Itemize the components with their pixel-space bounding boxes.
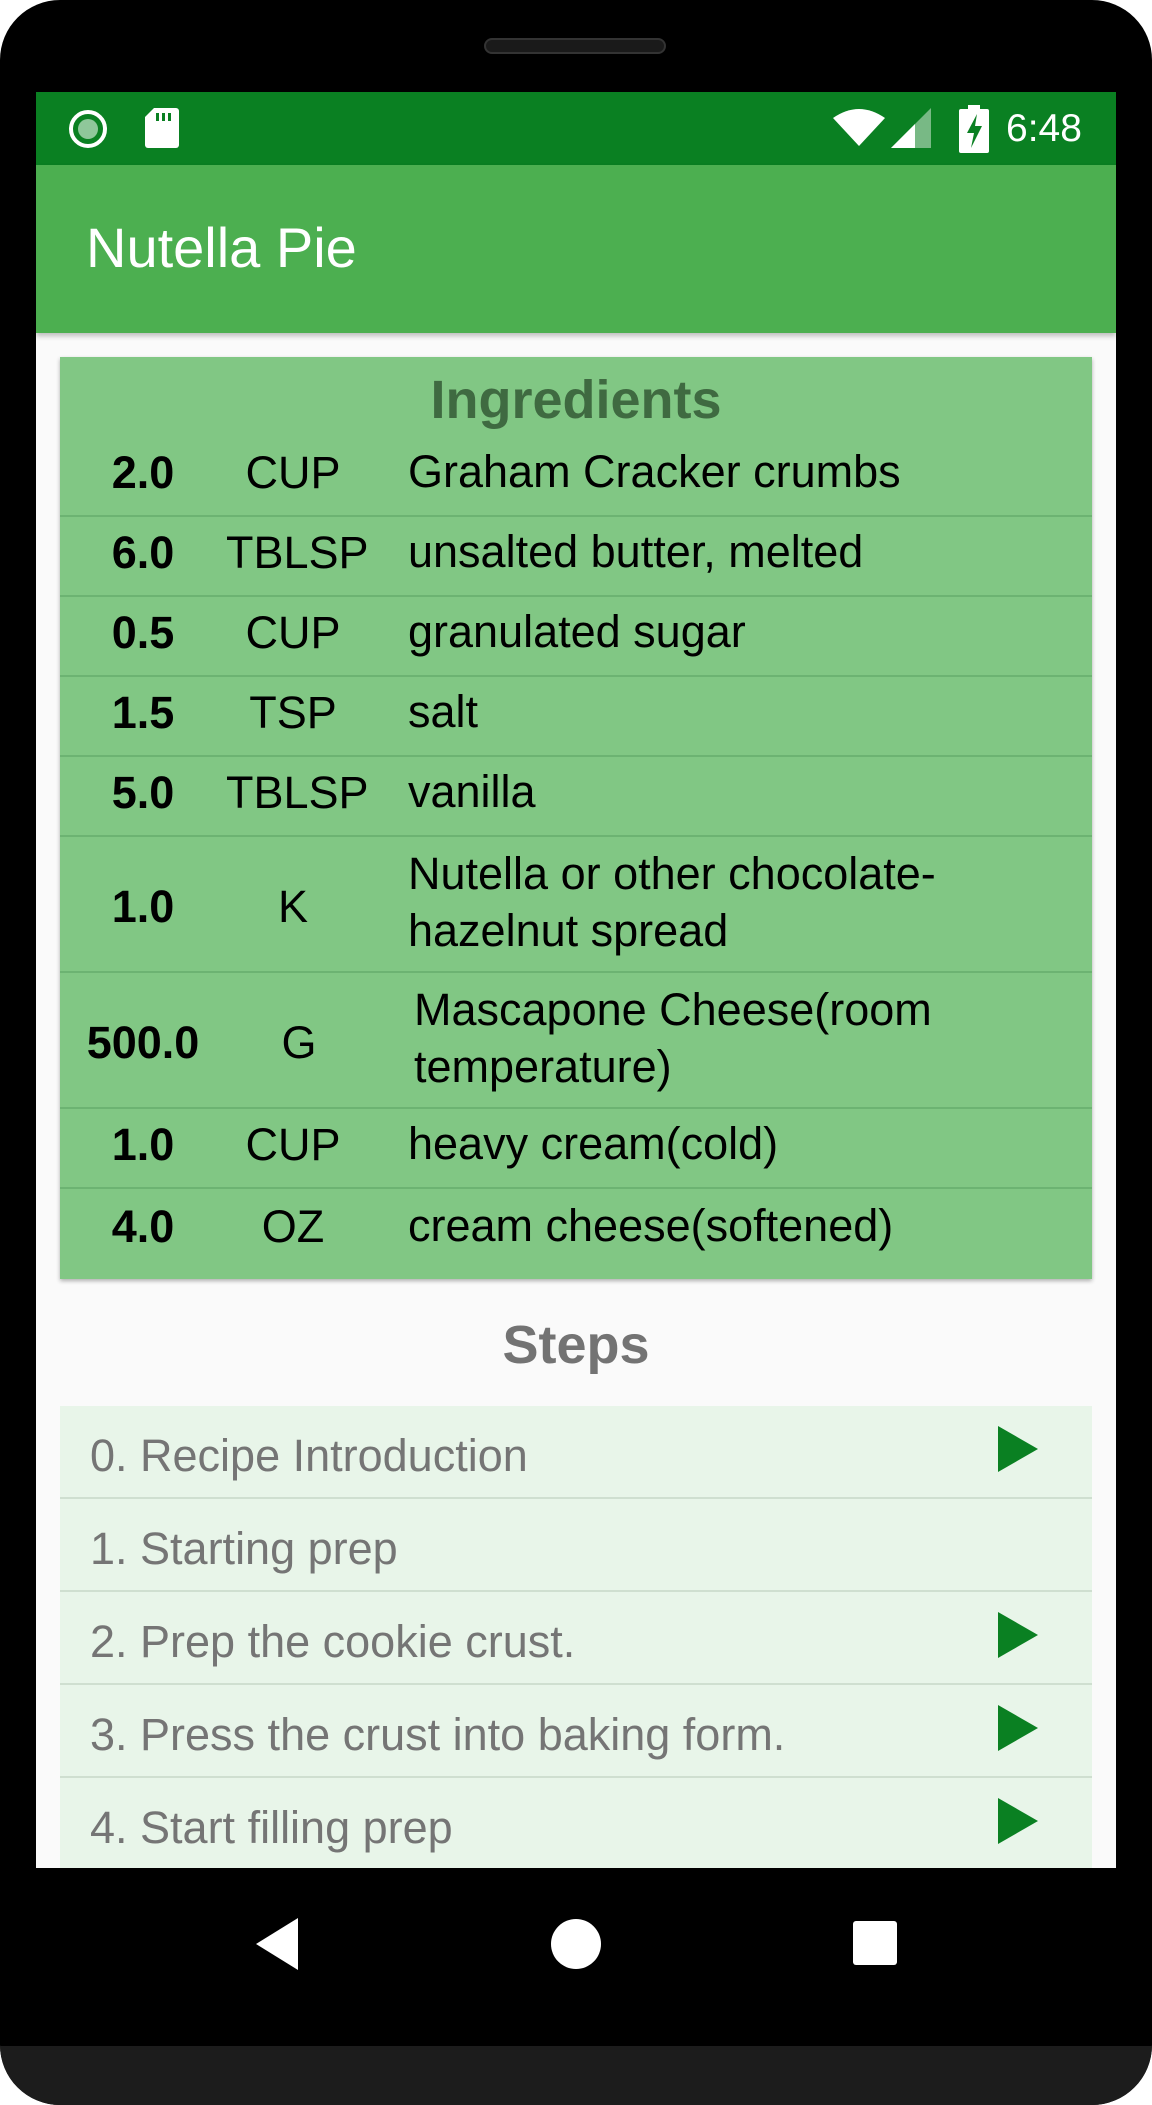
- battery-charging-icon: [959, 105, 989, 153]
- ingredient-row: 500.0 G Mascapone Cheese(room temperatur…: [60, 973, 1092, 1109]
- speaker-grille: [484, 38, 666, 54]
- ingredient-quantity: 500.0: [86, 1017, 200, 1068]
- step-label: 1. Starting prep: [90, 1523, 398, 1574]
- ingredient-quantity: 6.0: [111, 527, 175, 578]
- status-bar: 6:48: [36, 92, 1116, 165]
- step-label: 2. Prep the cookie crust.: [90, 1616, 576, 1667]
- ingredient-row: 5.0 TBLSP vanilla: [60, 757, 1092, 837]
- ingredient-unit: CUP: [245, 447, 341, 498]
- step-item[interactable]: 4. Start filling prep: [60, 1778, 1092, 1868]
- ingredients-card: Ingredients 2.0 CUP Graham Cracker crumb…: [60, 357, 1092, 1279]
- ingredient-name: unsalted butter, melted: [408, 526, 864, 577]
- ingredient-row: 4.0 OZ cream cheese(softened): [60, 1189, 1092, 1279]
- ingredient-row: 6.0 TBLSP unsalted butter, melted: [60, 517, 1092, 597]
- play-icon[interactable]: [996, 1610, 1040, 1660]
- ingredient-unit: TBLSP: [226, 767, 369, 818]
- ingredient-name: salt: [408, 686, 479, 737]
- ingredient-name: vanilla: [408, 766, 536, 817]
- ingredient-row: 1.0 K Nutella or other chocolate-hazelnu…: [60, 837, 1092, 973]
- ingredient-unit: K: [277, 881, 308, 932]
- ingredient-quantity: 5.0: [111, 767, 175, 818]
- steps-title: Steps: [502, 1315, 650, 1375]
- ingredient-quantity: 1.0: [111, 1119, 175, 1170]
- ingredient-quantity: 1.0: [111, 881, 175, 932]
- ingredient-unit: CUP: [245, 607, 341, 658]
- step-item[interactable]: 1. Starting prep: [60, 1499, 1092, 1592]
- ingredient-name: heavy cream(cold): [408, 1118, 779, 1169]
- step-label: 4. Start filling prep: [90, 1802, 453, 1853]
- ingredient-name: granulated sugar: [408, 606, 746, 657]
- ingredient-unit: OZ: [261, 1201, 325, 1252]
- status-time: 6:48: [1006, 107, 1082, 150]
- ingredient-quantity: 0.5: [111, 607, 175, 658]
- step-item[interactable]: 2. Prep the cookie crust.: [60, 1592, 1092, 1685]
- ingredient-name: cream cheese(softened): [408, 1200, 894, 1251]
- ingredient-row: 1.0 CUP heavy cream(cold): [60, 1109, 1092, 1189]
- play-icon[interactable]: [996, 1703, 1040, 1753]
- step-item[interactable]: 0. Recipe Introduction: [60, 1406, 1092, 1499]
- sd-card-icon: [145, 108, 179, 148]
- device-chin: [0, 2046, 1152, 2105]
- ingredient-unit: TBLSP: [226, 527, 369, 578]
- ingredient-quantity: 1.5: [111, 687, 175, 738]
- ingredient-name: Mascapone Cheese(room temperature): [414, 984, 932, 1092]
- play-icon[interactable]: [996, 1796, 1040, 1846]
- home-icon[interactable]: [550, 1918, 602, 1970]
- ingredient-quantity: 2.0: [111, 447, 175, 498]
- wifi-icon: [833, 109, 885, 146]
- app-bar: Nutella Pie: [36, 165, 1116, 333]
- step-label: 3. Press the crust into baking form.: [90, 1709, 786, 1760]
- ingredient-row: 1.5 TSP salt: [60, 677, 1092, 757]
- signal-icon: [891, 108, 931, 148]
- back-icon[interactable]: [252, 1916, 302, 1972]
- ingredient-quantity: 4.0: [111, 1201, 175, 1252]
- recents-icon[interactable]: [852, 1920, 898, 1966]
- device-frame: 6:48 Nutella Pie Ingredients 2.0 CUP Gra…: [0, 0, 1152, 2105]
- step-item[interactable]: 3. Press the crust into baking form.: [60, 1685, 1092, 1778]
- ingredient-name: Nutella or other chocolate-hazelnut spre…: [408, 848, 936, 956]
- screen: 6:48 Nutella Pie Ingredients 2.0 CUP Gra…: [36, 92, 1116, 1868]
- record-icon: [69, 110, 107, 148]
- navigation-bar: [36, 1868, 1116, 2046]
- ingredient-unit: G: [281, 1017, 317, 1068]
- play-icon[interactable]: [996, 1424, 1040, 1474]
- ingredient-name: Graham Cracker crumbs: [408, 446, 901, 497]
- ingredient-unit: CUP: [245, 1119, 341, 1170]
- page-title: Nutella Pie: [86, 216, 357, 279]
- ingredient-unit: TSP: [249, 687, 337, 738]
- ingredient-row: 2.0 CUP Graham Cracker crumbs: [60, 437, 1092, 517]
- ingredient-row: 0.5 CUP granulated sugar: [60, 597, 1092, 677]
- ingredients-title: Ingredients: [430, 370, 722, 430]
- step-label: 0. Recipe Introduction: [90, 1430, 528, 1481]
